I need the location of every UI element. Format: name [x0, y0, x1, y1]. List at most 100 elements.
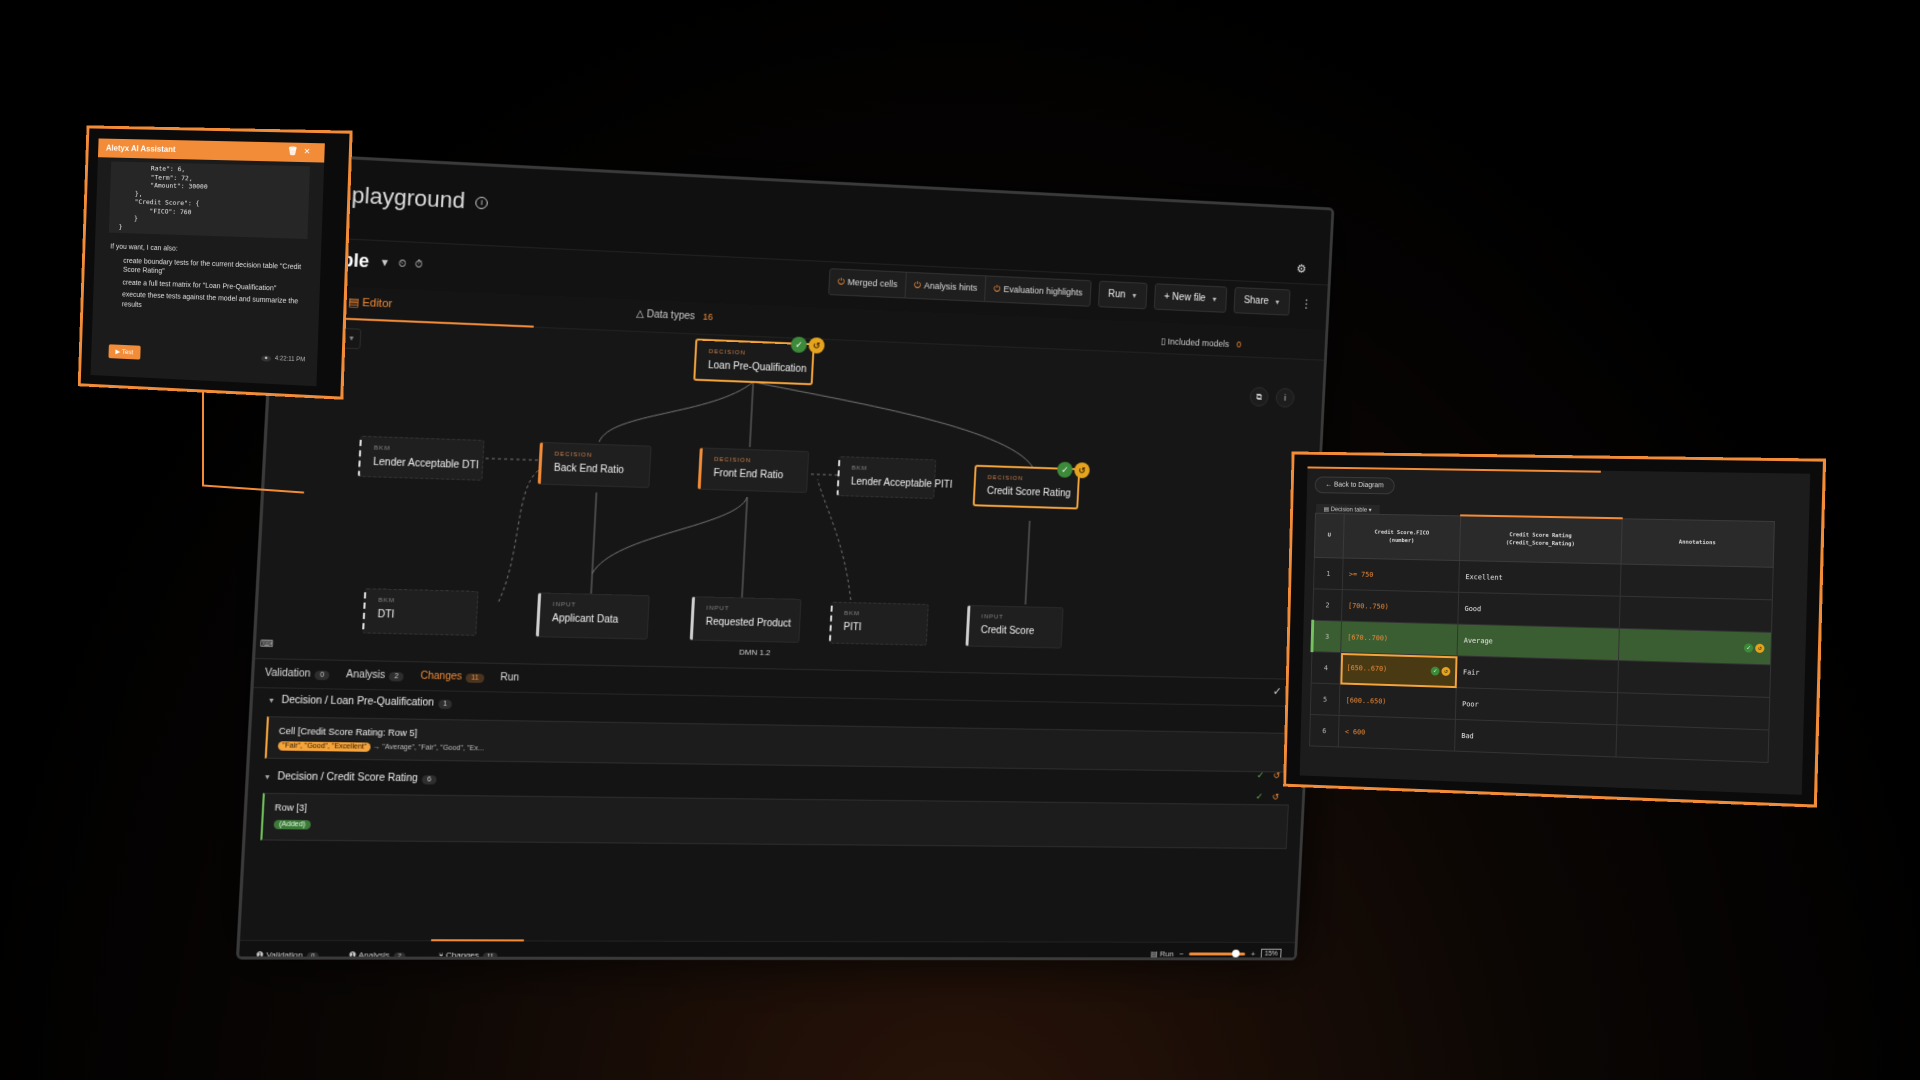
assistant-message: If you want, I can also: create boundary… [93, 232, 322, 317]
node-lender-acceptable-dti[interactable]: BKM Lender Acceptable DTI [357, 435, 485, 481]
analysis-hints-toggle[interactable]: ⏻ Analysis hints [905, 272, 987, 302]
edge [486, 458, 539, 460]
input-cell[interactable]: [670..700) [1340, 621, 1458, 656]
annotation-cell[interactable] [1619, 596, 1773, 633]
hit-policy[interactable]: U [1314, 512, 1345, 559]
node-kind: INPUT [706, 605, 730, 613]
annotations-column-header[interactable]: Annotations [1620, 518, 1775, 568]
undo-icon[interactable]: ↺ [1273, 770, 1280, 780]
node-kind: BKM [851, 465, 868, 473]
row-number: 5 [1310, 683, 1340, 716]
new-file-button[interactable]: + New file ▼ [1153, 283, 1228, 313]
info-icon[interactable]: i [475, 196, 489, 210]
accept-icon[interactable]: ✓ [1255, 792, 1263, 802]
annotation-cell[interactable] [1617, 660, 1771, 698]
close-icon[interactable]: ✕ [304, 147, 317, 156]
power-icon: ⏻ [993, 283, 1001, 294]
check-icon: ✓ [790, 336, 808, 354]
merged-cells-toggle[interactable]: ⏻ Merged cells [829, 269, 907, 298]
node-dti[interactable]: BKM DTI [361, 588, 479, 636]
tab-editor-label: Editor [361, 296, 393, 311]
tab-analysis[interactable]: Analysis 2 [346, 669, 405, 682]
file-history-icons[interactable]: ⏲⏱ [398, 258, 431, 271]
evaluation-highlights-label: Evaluation highlights [1003, 284, 1083, 298]
gear-icon[interactable]: ⚙ [1296, 262, 1307, 276]
node-front-end-ratio[interactable]: DECISION Front End Ratio [697, 447, 810, 494]
diagram-canvas[interactable]: ▾ ⧉ i DECISION Loan Pre-Qualification ✓ … [255, 316, 1324, 680]
input-cell-edited[interactable]: [650..670) ↺ ✓ [1339, 652, 1458, 688]
merged-cells-label: Merged cells [847, 276, 898, 290]
tab-editor[interactable]: ▤ Editor [348, 295, 393, 310]
zoom-out-icon[interactable]: − [1179, 950, 1184, 959]
column-name: Credit Score Rating [1509, 532, 1572, 540]
node-lender-acceptable-piti[interactable]: BKM Lender Acceptable PITI [836, 456, 953, 500]
tab-validation[interactable]: Validation 0 [265, 668, 330, 681]
node-requested-product[interactable]: INPUT Requested Product [689, 596, 802, 643]
change-item[interactable]: Row [3] (Added) ✓ ↺ [260, 792, 1289, 850]
annotation-cell[interactable] [1616, 692, 1770, 730]
node-loan-pre-qualification[interactable]: DECISION Loan Pre-Qualification ✓ ↺ [693, 336, 825, 386]
chevron-down-icon: ▼ [1130, 292, 1138, 301]
check-icon: ✓ [1056, 461, 1073, 478]
ai-assistant-panel: Aletyx AI Assistant 🗑✕ Rate": 6, "Term":… [90, 138, 325, 387]
annotation-cell[interactable] [1620, 564, 1774, 600]
revert-icon[interactable]: ↺ [1755, 643, 1765, 654]
annotation-cell[interactable]: ↺ ✓ [1618, 628, 1772, 665]
footer-tab-validation[interactable]: ❶ Validation 0 [256, 950, 320, 961]
input-cell[interactable]: < 600 [1338, 715, 1456, 752]
progress-bar [1307, 466, 1601, 473]
tab-data-types[interactable]: △ Data types 16 [636, 309, 713, 323]
back-to-diagram-button[interactable]: ← Back to Diagram [1314, 476, 1395, 495]
output-cell[interactable]: Good [1457, 592, 1621, 629]
input-cell[interactable]: [600..650) [1339, 683, 1457, 720]
tab-run[interactable]: Run [500, 672, 519, 684]
node-credit-score[interactable]: INPUT Credit Score [965, 604, 1064, 649]
power-icon: ⏻ [837, 276, 845, 287]
test-button[interactable]: ▶ Test [108, 344, 141, 360]
node-back-end-ratio[interactable]: DECISION Back End Ratio [537, 441, 652, 489]
data-types-label: Data types [646, 309, 696, 323]
footer-tab-changes[interactable]: ⑂ Changes 11 [438, 950, 498, 961]
keyboard-icon[interactable]: ⌨ [260, 638, 274, 650]
more-options-icon[interactable]: ⋮ [1297, 296, 1316, 310]
decision-table: U Credit Score.FICO (number) Credit Score… [1308, 512, 1775, 763]
node-piti[interactable]: BKM PITI [828, 601, 929, 646]
check-icon[interactable]: ✓ [1743, 643, 1754, 653]
trash-icon[interactable]: 🗑 [287, 147, 304, 156]
output-column-header[interactable]: Credit Score Rating (Credit_Score_Rating) [1459, 515, 1623, 565]
evaluation-highlights-toggle[interactable]: ⏻ Evaluation highlights [985, 276, 1090, 305]
timestamp: 4:22:11 PM [274, 355, 306, 364]
accept-icon[interactable]: ✓ [1257, 770, 1264, 780]
new-value: → "Average", "Fair", "Good", "Ex... [372, 743, 485, 753]
input-cell[interactable]: [700..750) [1341, 589, 1459, 625]
accept-all-icon[interactable]: ✓ [1273, 685, 1282, 698]
decision-table-callout: ← Back to Diagram ▤ Decision table ▾ U C… [1283, 451, 1827, 808]
output-cell[interactable]: Fair [1456, 655, 1619, 693]
input-column-header[interactable]: Credit Score.FICO (number) [1343, 513, 1461, 561]
node-title: DTI [377, 609, 395, 621]
footer-tab-analysis[interactable]: ❶ Analysis 2 [349, 950, 406, 961]
output-cell[interactable]: Bad [1454, 719, 1617, 757]
tab-included-models[interactable]: ▯ Included models 0 [1160, 336, 1241, 350]
output-cell[interactable]: Excellent [1458, 560, 1621, 597]
input-cell[interactable]: >= 750 [1342, 558, 1460, 593]
zoom-in-icon[interactable]: + [1251, 950, 1256, 959]
run-button[interactable]: Run ▼ [1097, 280, 1148, 310]
undo-icon[interactable]: ↺ [1272, 792, 1279, 802]
zoom-value[interactable]: 15% [1260, 948, 1282, 960]
added-badge: (Added) [273, 819, 311, 830]
share-button[interactable]: Share ▼ [1233, 287, 1291, 316]
share-label: Share [1243, 295, 1269, 307]
zoom-slider[interactable] [1189, 952, 1246, 956]
output-cell[interactable]: Average [1457, 624, 1620, 661]
node-applicant-data[interactable]: INPUT Applicant Data [535, 592, 650, 640]
node-credit-score-rating[interactable]: DECISION Credit Score Rating ✓ ↺ [972, 461, 1091, 510]
check-icon[interactable]: ✓ [1430, 666, 1440, 676]
revert-icon[interactable]: ↺ [1441, 666, 1451, 677]
avatar: ● [261, 355, 271, 362]
table-icon: ▤ [1150, 949, 1161, 959]
tab-changes[interactable]: Changes 11 [420, 671, 485, 684]
footer-run-button[interactable]: ▤ Run [1150, 950, 1173, 959]
annotation-cell[interactable] [1615, 724, 1769, 763]
node-title: Applicant Data [551, 613, 619, 626]
